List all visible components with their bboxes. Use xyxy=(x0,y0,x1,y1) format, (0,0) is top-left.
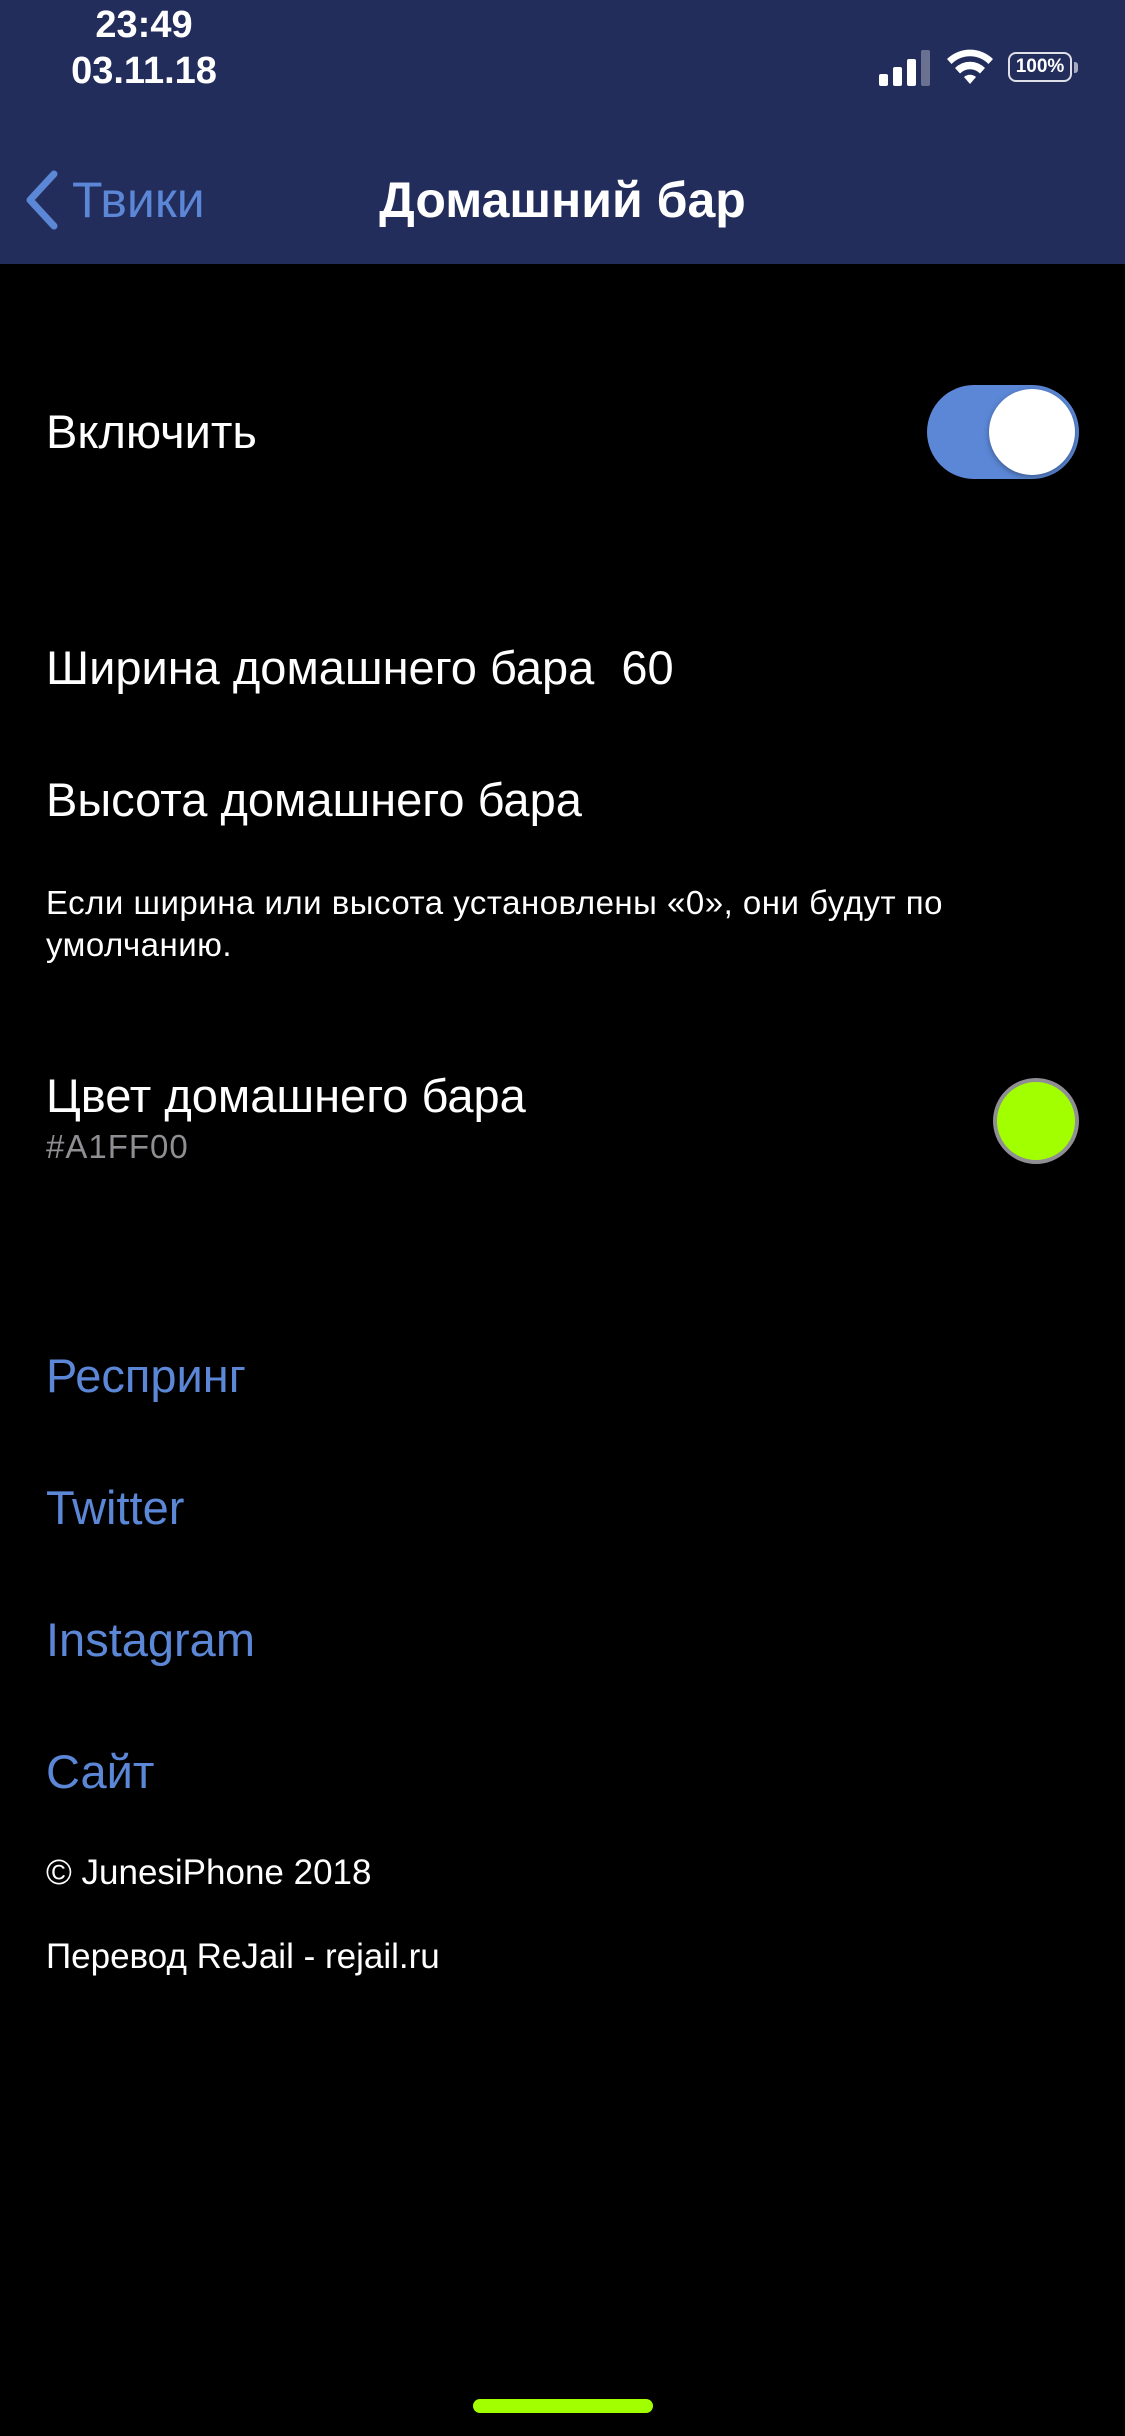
width-label: Ширина домашнего бара xyxy=(46,641,595,694)
respring-link[interactable]: Респринг xyxy=(46,1348,246,1403)
copyright-text: © JunesiPhone 2018 xyxy=(46,1853,372,1892)
toggle-knob xyxy=(989,389,1075,475)
height-label: Высота домашнего бара xyxy=(46,773,582,826)
translation-credit: Перевод ReJail - rejail.ru xyxy=(46,1937,440,1976)
instagram-link[interactable]: Instagram xyxy=(46,1612,255,1667)
status-time: 23:49 xyxy=(95,4,193,46)
status-date: 03.11.18 xyxy=(71,50,217,92)
battery-icon: 100% xyxy=(1008,52,1080,84)
enable-toggle[interactable] xyxy=(927,385,1079,479)
battery-level: 100% xyxy=(1008,52,1072,82)
navigation-header: 23:49 03.11.18 100% Твики Домашний бар xyxy=(0,0,1125,264)
cellular-signal-icon xyxy=(879,50,930,86)
color-hex-value: #A1FF00 xyxy=(46,1128,189,1165)
color-picker-swatch[interactable] xyxy=(993,1078,1079,1164)
enable-label: Включить xyxy=(46,405,257,458)
battery-nub xyxy=(1074,62,1078,73)
wifi-icon xyxy=(947,49,993,84)
back-button-label: Твики xyxy=(72,172,205,228)
site-link[interactable]: Сайт xyxy=(46,1744,154,1799)
home-indicator[interactable] xyxy=(473,2399,653,2413)
width-setting-row[interactable]: Ширина домашнего бара 60 xyxy=(46,640,674,695)
width-value: 60 xyxy=(621,641,674,694)
back-button[interactable]: Твики xyxy=(22,160,205,240)
color-label: Цвет домашнего бара xyxy=(46,1069,526,1122)
page-title: Домашний бар xyxy=(379,172,746,228)
twitter-link[interactable]: Twitter xyxy=(46,1480,184,1535)
size-footnote: Если ширина или высота установлены «0», … xyxy=(46,884,943,963)
chevron-left-icon xyxy=(26,170,58,230)
height-setting-row[interactable]: Высота домашнего бара xyxy=(46,772,582,827)
